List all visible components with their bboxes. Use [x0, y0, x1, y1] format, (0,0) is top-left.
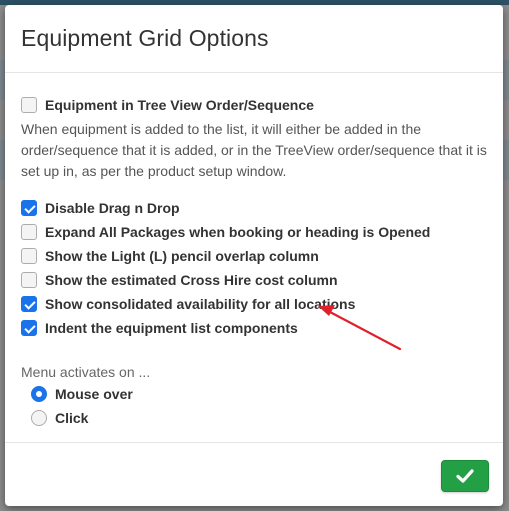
click-radio[interactable]	[31, 410, 47, 426]
option-light-pencil-overlap[interactable]: Show the Light (L) pencil overlap column	[21, 246, 319, 266]
option-expand-packages[interactable]: Expand All Packages when booking or head…	[21, 222, 430, 242]
expand-packages-label: Expand All Packages when booking or head…	[45, 224, 431, 240]
check-icon	[456, 469, 474, 483]
menu-activation-label: Menu activates on ...	[21, 364, 151, 380]
light-pencil-overlap-checkbox[interactable]	[21, 248, 37, 264]
option-consolidated-availability[interactable]: Show consolidated availability for all l…	[21, 294, 355, 314]
tree-view-order-help-text: When equipment is added to the list, it …	[21, 121, 487, 179]
option-tree-view-order[interactable]: Equipment in Tree View Order/Sequence	[21, 95, 314, 115]
disable-drag-drop-checkbox[interactable]	[21, 200, 37, 216]
consolidated-availability-label: Show consolidated availability for all l…	[45, 296, 356, 312]
tree-view-order-checkbox[interactable]	[21, 97, 37, 113]
cross-hire-cost-label: Show the estimated Cross Hire cost colum…	[45, 272, 338, 288]
radio-click[interactable]: Click	[31, 408, 88, 428]
mouse-over-label: Mouse over	[55, 386, 133, 402]
option-cross-hire-cost[interactable]: Show the estimated Cross Hire cost colum…	[21, 270, 338, 290]
dialog-header: Equipment Grid Options	[5, 5, 503, 73]
cross-hire-cost-checkbox[interactable]	[21, 272, 37, 288]
disable-drag-drop-label: Disable Drag n Drop	[45, 200, 180, 216]
click-label: Click	[55, 410, 89, 426]
dialog-footer	[5, 442, 503, 506]
light-pencil-overlap-label: Show the Light (L) pencil overlap column	[45, 248, 319, 264]
equipment-grid-options-dialog: Equipment Grid Options Equipment in Tree…	[5, 5, 503, 506]
mouse-over-radio[interactable]	[31, 386, 47, 402]
ok-button[interactable]	[441, 460, 489, 492]
indent-components-label: Indent the equipment list components	[45, 320, 298, 336]
expand-packages-checkbox[interactable]	[21, 224, 37, 240]
tree-view-order-label: Equipment in Tree View Order/Sequence	[45, 97, 314, 113]
option-indent-components[interactable]: Indent the equipment list components	[21, 318, 298, 338]
radio-mouse-over[interactable]: Mouse over	[31, 384, 133, 404]
indent-components-checkbox[interactable]	[21, 320, 37, 336]
consolidated-availability-checkbox[interactable]	[21, 296, 37, 312]
option-disable-drag-drop[interactable]: Disable Drag n Drop	[21, 198, 180, 218]
dialog-title: Equipment Grid Options	[21, 25, 269, 51]
